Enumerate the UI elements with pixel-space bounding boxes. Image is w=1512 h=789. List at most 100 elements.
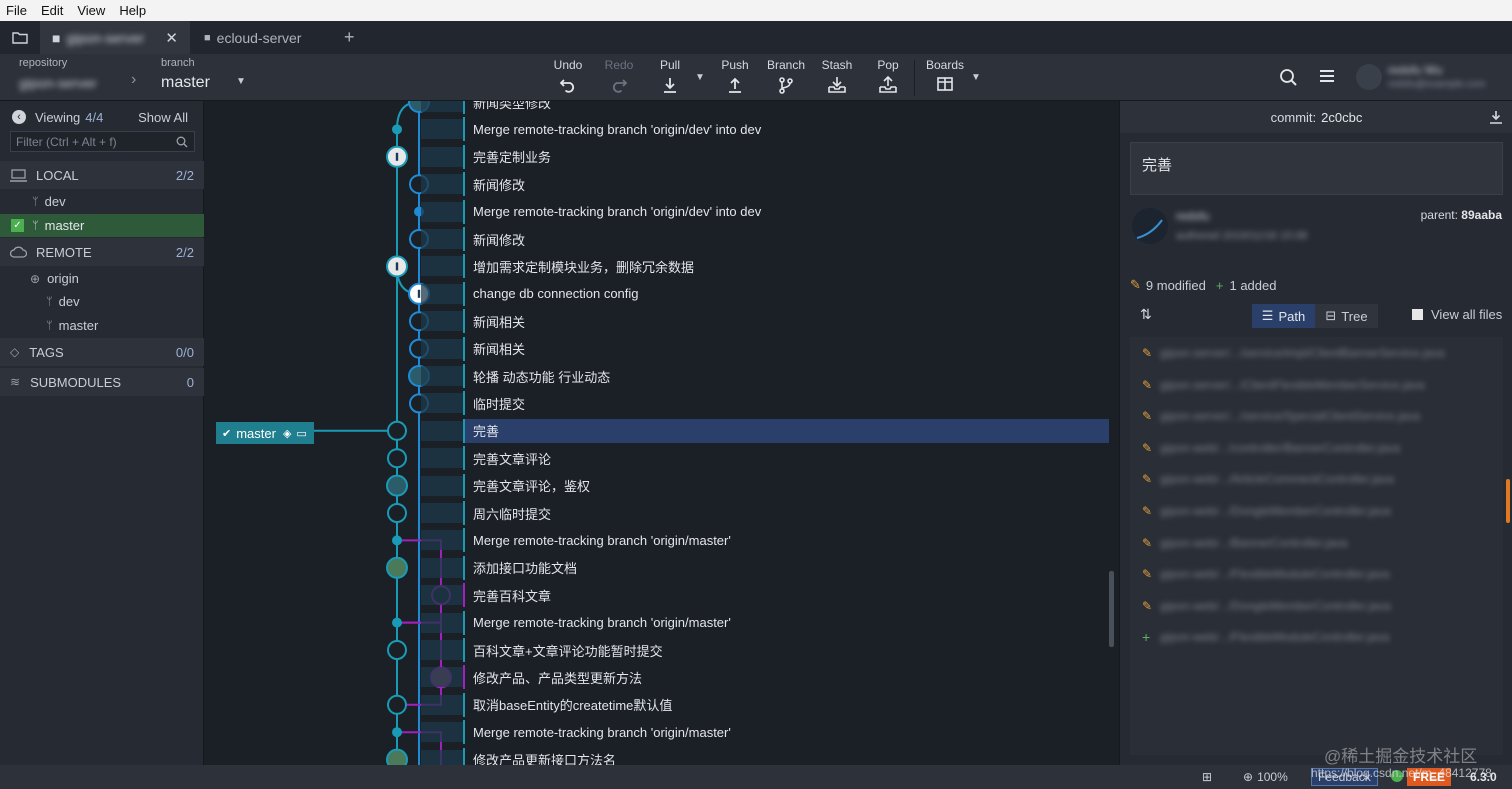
commit-node[interactable] [387,420,407,441]
commit-row[interactable]: 修改产品、产品类型更新方法 [421,665,1109,690]
commit-row[interactable]: 完善文章评论 [421,446,1109,471]
filter-input[interactable]: Filter (Ctrl + Alt + f) [10,131,195,152]
commit-row[interactable]: Merge remote-tracking branch 'origin/mas… [421,528,1109,553]
viewing-label: Viewing [35,109,81,125]
author-avatar-icon[interactable] [386,474,408,497]
boards-button[interactable]: Boards [920,58,970,92]
merge-commit-node[interactable] [392,617,402,628]
view-all-files-checkbox[interactable]: View all files [1412,307,1502,322]
commit-row[interactable]: 完善百科文章 [421,583,1109,608]
file-row[interactable]: ✎ modified gipon-server/.../service/Specia… [1142,406,1504,426]
author-avatar-icon[interactable] [386,556,408,579]
file-row[interactable]: ✎modified gipon-web/.../controller/Banner… [1142,438,1504,458]
commit-row[interactable]: change db connection config [421,281,1109,306]
redo-button[interactable]: Redo [594,58,644,94]
commit-row[interactable]: Merge remote-tracking branch 'origin/dev… [421,199,1109,224]
file-row[interactable]: ✎ modified gipon-web/.../ArticleCommentCon… [1142,469,1504,489]
download-icon[interactable] [1489,110,1503,124]
branch-selector[interactable]: master [161,74,210,92]
repository-selector[interactable]: gipon-server [19,75,97,91]
file-row[interactable]: ✎modified gipon-web/.../BannerController.… [1142,533,1504,553]
add-tab-button[interactable]: + [330,21,369,54]
file-row[interactable]: ✎modifiedgipon-web/.../DongleMemberContr… [1142,596,1504,616]
submodules-label: SUBMODULES [30,374,122,390]
local-section-header[interactable]: LOCAL 2/2 [0,161,204,189]
commit-row[interactable]: 临时提交 [421,391,1109,416]
commit-node[interactable] [387,448,407,469]
commit-row[interactable]: 新闻相关 [421,336,1109,361]
tab-ecloud-server[interactable]: ■ ecloud-server [190,21,330,54]
avatar[interactable] [1356,64,1382,90]
file-list-scrollbar[interactable] [1506,479,1510,523]
menu-help[interactable]: Help [113,3,154,18]
commit-row[interactable]: 修改产品更新接口方法名 [421,747,1109,765]
submodules-section-header[interactable]: ≋ SUBMODULES 0 [0,368,204,396]
sidebar-item-origin-dev[interactable]: ᛘ dev [0,291,204,312]
file-row[interactable]: ✎modifiedgipon-web/.../DongleMemberContr… [1142,501,1504,521]
merge-commit-node[interactable] [392,535,402,546]
close-tab-icon[interactable]: ✕ [165,29,178,47]
parent-hash[interactable]: 89aaba [1461,208,1502,222]
undo-button[interactable]: Undo [543,58,593,94]
commit-row[interactable]: Merge remote-tracking branch 'origin/dev… [421,117,1109,142]
pull-options-chevron-icon[interactable]: ▼ [695,72,705,83]
commit-row[interactable]: 百科文章+文章评论功能暂时提交 [421,638,1109,662]
show-all-button[interactable]: Show All [138,110,188,125]
commit-row[interactable]: 新闻修改 [421,172,1109,197]
branch-button[interactable]: Branch [761,58,811,94]
path-view-button[interactable]: ☰ Path [1252,304,1315,328]
commit-row[interactable]: 取消baseEntity的createtime默认值 [421,692,1109,717]
menu-view[interactable]: View [71,3,113,18]
pop-button[interactable]: Pop [863,58,913,94]
sidebar-item-origin-master[interactable]: ᛘ master [0,315,204,336]
file-row[interactable]: ✎ modified gipon-server/.../service/impl/C… [1142,343,1504,363]
zoom-control[interactable]: ⊕ 100% [1243,770,1288,784]
commit-node[interactable] [387,694,407,715]
commit-row[interactable]: 新闻相关 [421,309,1109,334]
push-button[interactable]: Push [710,58,760,94]
sidebar-item-master[interactable]: ✓ ᛘ master [0,214,204,237]
search-icon[interactable] [1279,68,1298,87]
gift-icon[interactable]: ⊞ [1202,770,1212,784]
commit-message[interactable]: 完善 [1130,142,1503,195]
hamburger-menu-icon[interactable] [1319,69,1335,83]
tab-gipon-server[interactable]: ■ gipon-server ✕ [40,21,190,54]
commit-row[interactable]: 周六临时提交 [421,501,1109,525]
remote-section-header[interactable]: REMOTE 2/2 [0,238,204,266]
sidebar-item-origin[interactable]: ⊕ origin [0,268,204,289]
graph-scrollbar[interactable] [1109,571,1114,647]
chevron-down-icon[interactable]: ▼ [236,76,246,87]
sidebar-item-dev[interactable]: ᛘ dev [0,191,204,212]
file-row[interactable]: ✎ modified gipon-web/.../FlexibleModuleCon… [1142,564,1504,584]
tree-view-button[interactable]: ⊟ Tree [1315,304,1378,328]
tags-section-header[interactable]: ◇ TAGS 0/0 [0,338,204,366]
commit-row[interactable]: Merge remote-tracking branch 'origin/mas… [421,720,1109,745]
commit-row[interactable]: 轮播 动态功能 行业动态 [421,364,1109,388]
commit-row[interactable]: 添加接口功能文档 [421,555,1109,580]
merge-commit-node[interactable] [392,727,402,738]
commit-row[interactable]: 完善 [421,418,1109,443]
commit-row[interactable]: 完善文章评论，鉴权 [421,473,1109,498]
commit-node[interactable] [387,640,407,660]
commit-row-lane-marker [463,501,465,525]
commit-row[interactable]: 完善定制业务 [421,144,1109,169]
menu-edit[interactable]: Edit [35,3,71,18]
menu-file[interactable]: File [0,3,35,18]
commit-row[interactable]: 新闻修改 [421,227,1109,251]
back-arrow-icon[interactable]: ‹ [12,110,26,124]
stash-button[interactable]: Stash [812,58,862,94]
commit-row[interactable]: 增加需求定制模块业务，删除冗余数据 [421,254,1109,279]
commit-row[interactable]: Merge remote-tracking branch 'origin/mas… [421,610,1109,635]
boards-chevron-icon[interactable]: ▼ [971,72,981,83]
branch-label-master[interactable]: ✔ master ◈ ▭ [216,422,314,444]
merge-commit-node[interactable] [392,124,402,135]
sort-icon[interactable]: ⇅ [1140,306,1152,323]
file-row[interactable]: +added gipon-web/.../FlexibleModuleContro… [1142,627,1504,647]
commit-row[interactable]: 新闻类型修改 [421,101,1109,114]
commit-hash[interactable]: 2c0cbc [1321,110,1362,125]
open-folder-icon[interactable] [0,21,40,54]
file-row[interactable]: ✎modified gipon-server/.../ClientFlexible… [1142,375,1504,395]
commit-node[interactable] [387,503,407,523]
pull-button[interactable]: Pull [645,58,695,94]
author-avatar-icon[interactable] [386,748,408,765]
